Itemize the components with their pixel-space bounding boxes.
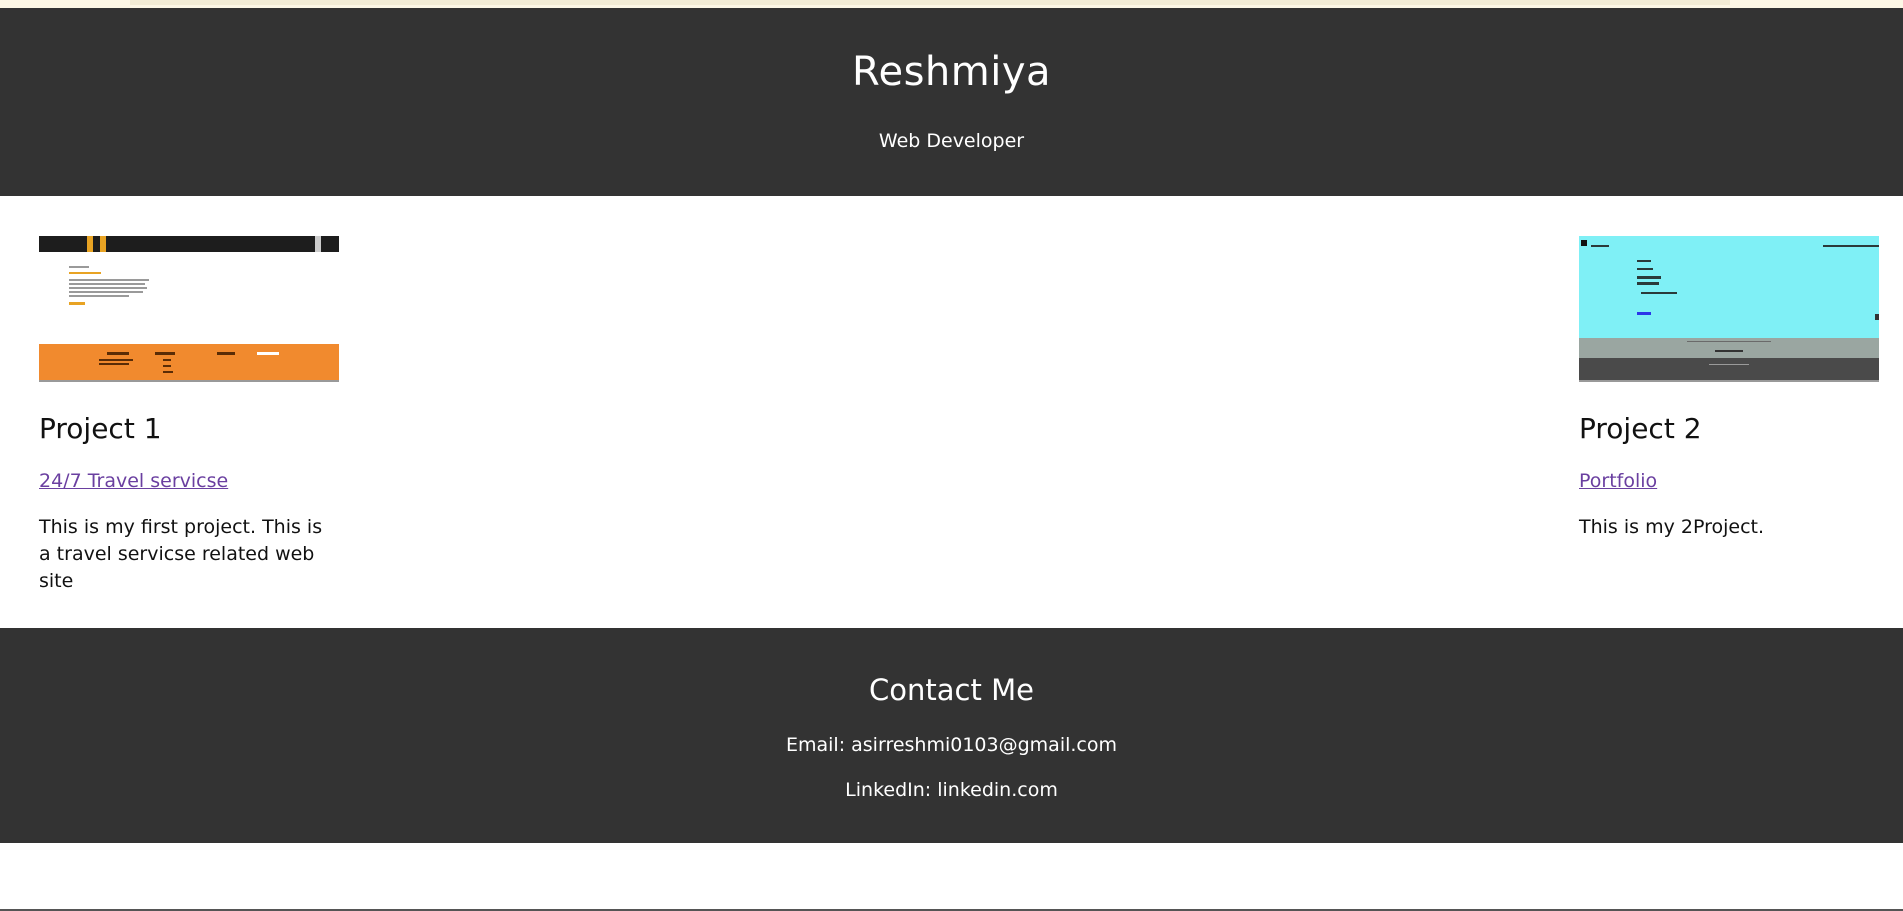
project-2-title: Project 2 bbox=[1579, 412, 1702, 445]
top-strip-bar bbox=[130, 0, 1730, 5]
contact-linkedin: LinkedIn: linkedin.com bbox=[845, 779, 1058, 801]
thumb-body bbox=[1579, 236, 1879, 338]
project-2-description: This is my 2Project. bbox=[1579, 516, 1765, 538]
project-card-2: Project 2 Portfolio This is my 2Project. bbox=[1579, 236, 1879, 538]
project-1-thumbnail bbox=[39, 236, 339, 382]
project-1-link[interactable]: 24/7 Travel servicse bbox=[39, 470, 228, 492]
project-2-thumbnail bbox=[1579, 236, 1879, 382]
contact-heading: Contact Me bbox=[869, 673, 1034, 707]
thumb-footer bbox=[39, 344, 339, 380]
site-title: Reshmiya bbox=[851, 49, 1052, 95]
thumb-band bbox=[1579, 338, 1879, 358]
browser-top-strip bbox=[0, 0, 1903, 8]
thumb-nav-bar bbox=[39, 236, 339, 252]
thumb-body bbox=[39, 252, 339, 344]
projects-section: Project 1 24/7 Travel servicse This is m… bbox=[0, 196, 1903, 628]
project-2-link[interactable]: Portfolio bbox=[1579, 470, 1657, 492]
site-subtitle: Web Developer bbox=[878, 130, 1025, 152]
project-card-1: Project 1 24/7 Travel servicse This is m… bbox=[39, 236, 339, 592]
project-1-description: This is my first project. This is a trav… bbox=[39, 516, 323, 592]
contact-section: Contact Me Email: asirreshmi0103@gmail.c… bbox=[0, 628, 1903, 843]
project-1-title: Project 1 bbox=[39, 412, 162, 445]
contact-email: Email: asirreshmi0103@gmail.com bbox=[785, 734, 1117, 756]
site-header: Reshmiya Web Developer bbox=[0, 8, 1903, 196]
thumb-footer bbox=[1579, 358, 1879, 380]
